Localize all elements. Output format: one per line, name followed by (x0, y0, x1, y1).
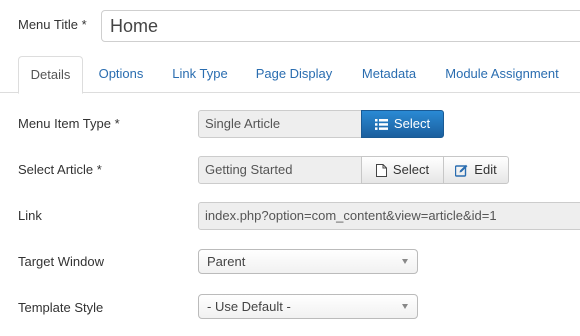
menu-item-type-field: Single Article (198, 110, 362, 138)
menu-item-type-select-button[interactable]: Select (361, 110, 444, 138)
template-style-select[interactable]: - Use Default - (198, 294, 418, 319)
menu-title-input[interactable] (101, 10, 580, 42)
tab-module-assignment[interactable]: Module Assignment (436, 56, 568, 93)
edit-button-label: Edit (474, 162, 497, 177)
target-window-label: Target Window (18, 254, 104, 269)
target-window-select[interactable]: Parent (198, 249, 418, 274)
edit-article-button[interactable]: Edit (443, 156, 509, 184)
tab-bar: Details Options Link Type Page Display M… (0, 56, 580, 94)
tab-link-type[interactable]: Link Type (163, 56, 237, 93)
tab-page-display[interactable]: Page Display (246, 56, 342, 93)
link-field: index.php?option=com_content&view=articl… (198, 202, 580, 230)
chevron-down-icon (402, 259, 408, 264)
select-article-label: Select Article * (18, 162, 102, 177)
menu-item-edit-form: Menu Title * Details Options Link Type P… (0, 0, 580, 336)
link-label: Link (18, 208, 42, 223)
tab-options[interactable]: Options (90, 56, 152, 93)
tab-metadata[interactable]: Metadata (352, 56, 426, 93)
target-window-value: Parent (207, 254, 246, 269)
tab-details[interactable]: Details (18, 56, 83, 94)
menu-title-label: Menu Title * (18, 17, 87, 32)
select-article-button[interactable]: Select (361, 156, 444, 184)
select-button-label: Select (393, 116, 431, 131)
chevron-down-icon (402, 304, 408, 309)
list-icon (374, 118, 388, 130)
edit-icon (455, 164, 468, 177)
select-article-button-label: Select (392, 162, 430, 177)
select-article-field: Getting Started (198, 156, 362, 184)
file-icon (375, 163, 387, 177)
menu-item-type-label: Menu Item Type * (18, 116, 120, 131)
template-style-label: Template Style (18, 300, 104, 315)
template-style-value: - Use Default - (207, 299, 291, 314)
